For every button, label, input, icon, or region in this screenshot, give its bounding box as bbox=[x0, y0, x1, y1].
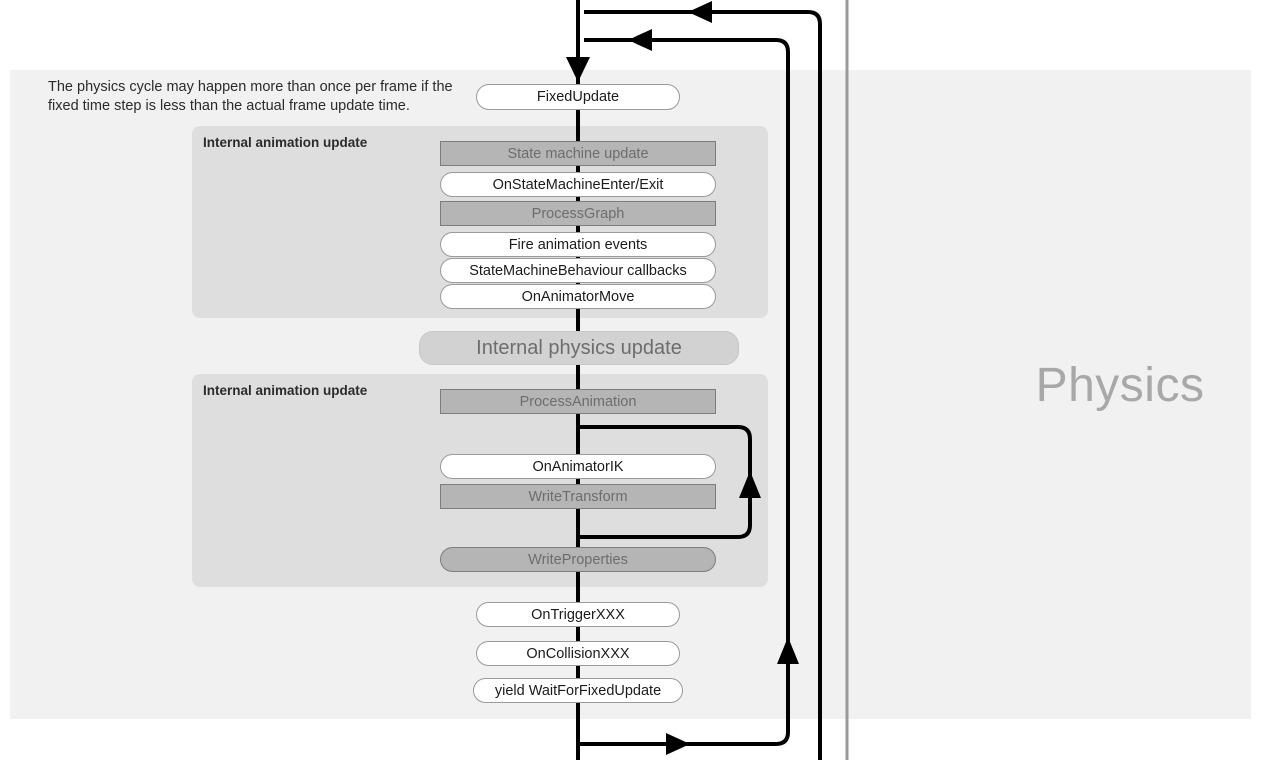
banner-internal-physics-update: Internal physics update bbox=[419, 331, 739, 365]
flowchart-canvas: Physics The physics cycle may happen mor… bbox=[0, 0, 1263, 760]
physics-cycle-note: The physics cycle may happen more than o… bbox=[48, 79, 453, 114]
node-writeproperties[interactable]: WriteProperties bbox=[440, 547, 716, 572]
node-statemachinebehaviour-callbacks[interactable]: StateMachineBehaviour callbacks bbox=[440, 258, 716, 283]
node-yield-waitforfixedupdate[interactable]: yield WaitForFixedUpdate bbox=[473, 678, 683, 703]
node-processgraph[interactable]: ProcessGraph bbox=[440, 201, 716, 226]
node-fire-animation-events[interactable]: Fire animation events bbox=[440, 232, 716, 257]
node-ontriggerxxx[interactable]: OnTriggerXXX bbox=[476, 602, 680, 627]
node-fixedupdate[interactable]: FixedUpdate bbox=[476, 84, 680, 110]
physics-panel-label: Physics bbox=[1035, 359, 1205, 412]
node-processanimation[interactable]: ProcessAnimation bbox=[440, 389, 716, 414]
node-writetransform[interactable]: WriteTransform bbox=[440, 484, 716, 509]
node-onanimatorik[interactable]: OnAnimatorIK bbox=[440, 454, 716, 479]
node-oncollisionxxx[interactable]: OnCollisionXXX bbox=[476, 641, 680, 666]
internal-animation-update-group-bottom-label: Internal animation update bbox=[203, 383, 368, 398]
node-onanimatormove[interactable]: OnAnimatorMove bbox=[440, 284, 716, 309]
node-state-machine-update[interactable]: State machine update bbox=[440, 141, 716, 166]
internal-animation-update-group-top-label: Internal animation update bbox=[203, 135, 368, 150]
node-onstatemachineenter-exit[interactable]: OnStateMachineEnter/Exit bbox=[440, 172, 716, 197]
